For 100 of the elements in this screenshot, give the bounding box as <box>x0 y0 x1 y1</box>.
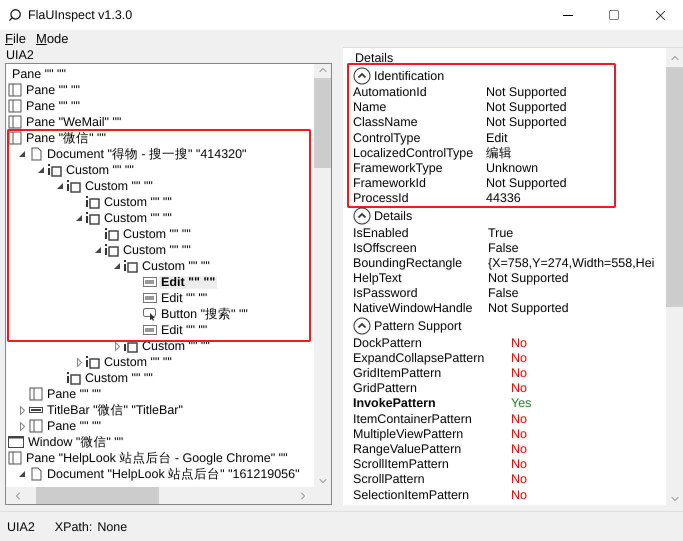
property-value: Not Supported <box>486 115 568 131</box>
maximize-icon <box>608 9 620 21</box>
property-name: IsPassword <box>353 286 419 302</box>
tree-item[interactable]: Custom "" "" <box>121 244 193 256</box>
tree-item[interactable]: Pane "HelpLook 站点后台 - Google Chrome" "" <box>24 452 290 464</box>
tree-item[interactable]: Edit "" "" <box>159 324 210 336</box>
property-value: No <box>511 366 528 382</box>
property-name: LocalizedControlType <box>353 146 474 161</box>
pane-icon <box>8 131 22 145</box>
button-cursor-icon <box>143 307 157 321</box>
property-name: FrameworkType <box>353 160 444 176</box>
property-name: BoundingRectangle <box>353 256 464 272</box>
property-name: IsEnabled <box>353 226 410 241</box>
property-value: No <box>511 457 528 472</box>
property-name: AutomationId <box>353 85 428 100</box>
tree-item[interactable]: Custom "" "" <box>102 356 174 368</box>
custom-control-icon <box>124 259 138 273</box>
pane-icon <box>29 387 43 401</box>
property-name: ProcessId <box>353 191 410 207</box>
tree-item[interactable]: Document "得物 - 搜一搜" "414320" <box>45 148 248 160</box>
tree-item[interactable]: Pane "WeMail" "" <box>24 116 124 128</box>
xpath-value: None <box>97 520 128 534</box>
scrollbar-thumb[interactable] <box>36 487 159 504</box>
tree-item[interactable]: Pane "" "" <box>24 84 82 96</box>
menu-item[interactable]: Mode <box>36 31 69 46</box>
tree-item[interactable]: Custom "" "" <box>83 372 155 384</box>
text-field-icon <box>143 291 157 305</box>
section-title: Details <box>374 209 412 223</box>
custom-control-icon <box>86 211 100 225</box>
custom-control-icon <box>67 371 81 385</box>
property-name: Name <box>353 100 388 116</box>
property-value: No <box>511 412 528 427</box>
tree-item[interactable]: Custom "" "" <box>121 228 193 240</box>
collapse-icon[interactable] <box>353 66 371 84</box>
text-field-icon <box>143 275 157 289</box>
expanded-arrow-icon[interactable] <box>57 183 63 189</box>
expanded-arrow-icon[interactable] <box>76 215 82 221</box>
collapse-icon[interactable] <box>353 207 371 225</box>
property-value: No <box>511 488 528 503</box>
tree-item[interactable]: Pane "" "" <box>45 388 103 400</box>
tree-item[interactable]: Custom "" "" <box>102 196 174 208</box>
group-title: Details <box>354 50 394 66</box>
tree-item[interactable]: Custom "" "" <box>140 260 212 272</box>
property-name: FrameworkId <box>353 176 427 192</box>
expanded-arrow-icon[interactable] <box>19 151 25 157</box>
property-value: Unknown <box>486 160 540 176</box>
collapsed-arrow-icon[interactable] <box>20 422 24 430</box>
property-name: GridPattern <box>353 381 418 396</box>
property-value: Not Supported <box>486 85 568 100</box>
expanded-arrow-icon[interactable] <box>38 167 44 173</box>
status-mode: UIA2 <box>7 520 35 534</box>
property-name: HelpText <box>353 271 403 286</box>
scrollbar-thumb[interactable] <box>666 67 683 307</box>
tree-item[interactable]: Pane "" "" <box>10 68 68 80</box>
property-name: MultipleViewPattern <box>353 426 464 442</box>
property-value: Not Supported <box>488 301 570 317</box>
tree-item[interactable]: TitleBar "微信" "TitleBar" <box>45 404 185 416</box>
collapsed-arrow-icon[interactable] <box>114 342 120 350</box>
document-icon <box>29 467 43 481</box>
custom-control-icon <box>48 163 62 177</box>
tree-item[interactable]: Pane "" "" <box>45 420 103 432</box>
custom-control-icon <box>67 179 81 193</box>
tree-item[interactable]: Custom "" "" <box>83 180 155 192</box>
expanded-arrow-icon[interactable] <box>95 247 101 253</box>
property-value: No <box>511 350 528 366</box>
tree-item[interactable]: Custom "" "" <box>64 164 136 176</box>
property-value: Not Supported <box>486 100 568 116</box>
tree-item[interactable]: Pane "" "" <box>24 100 82 112</box>
document-icon <box>29 147 43 161</box>
horizontal-scrollbar[interactable] <box>6 487 331 504</box>
property-value: Not Supported <box>488 271 570 286</box>
property-name: RangeValuePattern <box>353 442 462 458</box>
property-value: 编辑 <box>486 146 513 161</box>
property-value: No <box>511 472 528 488</box>
property-value: True <box>488 226 514 241</box>
pane-icon <box>8 99 22 113</box>
tree-item[interactable]: Custom "" "" <box>102 212 174 224</box>
property-value: Yes <box>511 396 532 412</box>
scrollbar-thumb[interactable] <box>314 78 331 168</box>
text-field-icon <box>143 323 157 337</box>
property-name: ControlType <box>353 130 422 146</box>
tree-item[interactable]: Edit "" "" <box>159 276 218 288</box>
custom-control-icon <box>105 243 119 257</box>
tree-item[interactable]: Document "HelpLook 站点后台" "161219056" <box>45 468 302 480</box>
tree-item[interactable]: Pane "微信" "" <box>24 132 108 144</box>
collapse-icon[interactable] <box>353 317 371 336</box>
tree-item[interactable]: Edit "" "" <box>159 292 210 304</box>
collapsed-arrow-icon[interactable] <box>20 406 24 414</box>
element-tree[interactable] <box>5 63 332 505</box>
collapsed-arrow-icon[interactable] <box>76 358 82 366</box>
tree-item[interactable]: Button "搜索" "" <box>159 308 250 320</box>
menu-item[interactable]: File <box>5 31 26 46</box>
expanded-arrow-icon[interactable] <box>19 471 25 477</box>
vertical-scrollbar[interactable] <box>314 64 331 487</box>
vertical-scrollbar[interactable] <box>666 48 683 505</box>
expanded-arrow-icon[interactable] <box>114 263 120 269</box>
property-name: GridItemPattern <box>353 366 442 382</box>
property-value: {X=758,Y=274,Width=558,Hei <box>488 256 656 272</box>
tree-item[interactable]: Window "微信" "" <box>26 436 126 448</box>
property-value: 44336 <box>486 191 522 207</box>
